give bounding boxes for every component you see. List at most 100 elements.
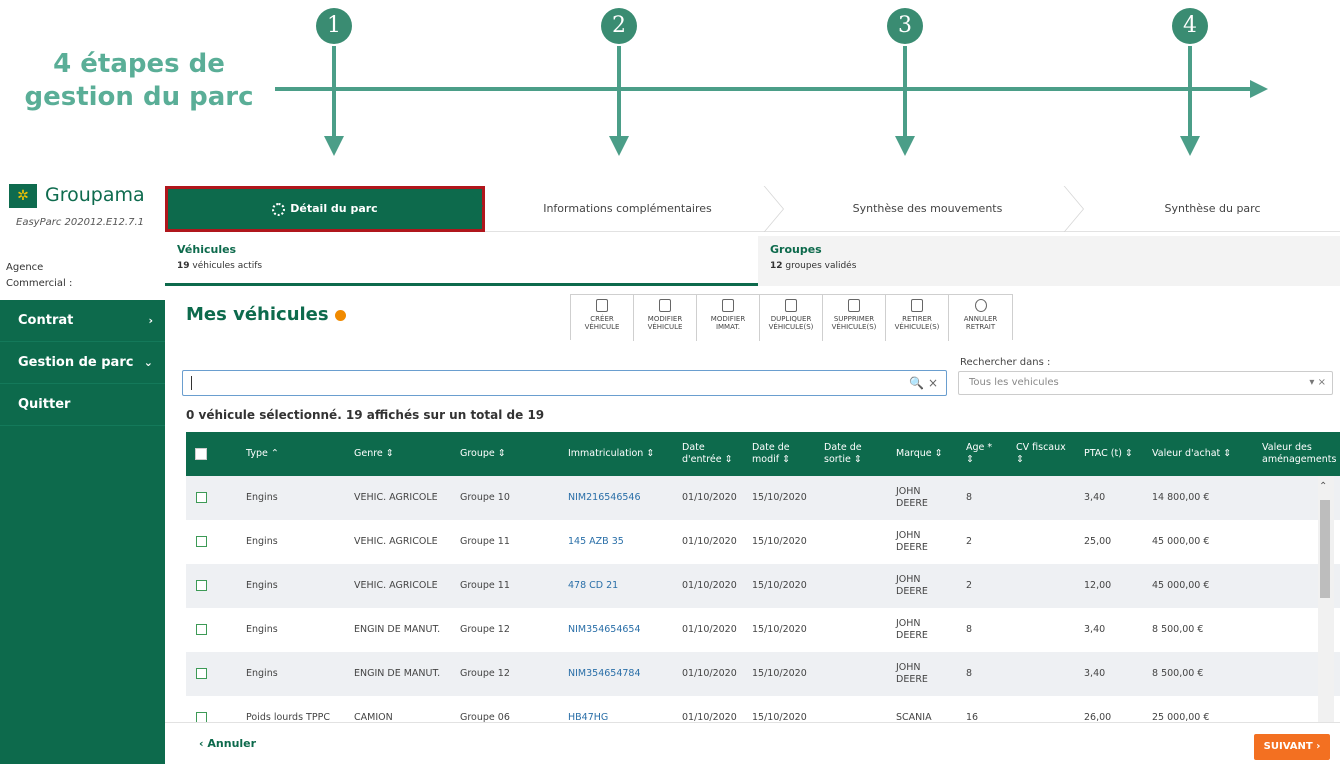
table-row[interactable]: Engins VEHIC. AGRICOLE Groupe 11 478 CD 21 0… [186,564,1340,608]
tab-vehicules[interactable]: Véhicules 19 véhicules actifs [165,236,758,286]
table-header: Type ⌃ Genre ⇕ Groupe ⇕ Immatriculation … [186,432,1340,476]
sidebar-item-contrat[interactable]: Contrat › [0,300,165,342]
tab-subtitle: 12 groupes validés [770,258,1328,274]
cell-valeur-achat: 45 000,00 € [1152,580,1210,591]
stepper-step-informations-complementaires[interactable]: Informations complémentaires [485,186,770,232]
select-all-checkbox[interactable] [195,448,207,460]
footer-bar: ‹ Annuler SUIVANT › [165,722,1340,764]
search-input[interactable]: 🔍 × [182,370,947,396]
cell-groupe: Groupe 12 [460,668,510,679]
stepper-step-label: Synthèse des mouvements [852,202,1003,215]
cancel-removal-button[interactable]: ANNULER RETRAIT [949,295,1012,341]
sidebar-item-gestion-de-parc[interactable]: Gestion de parc ⌄ [0,342,165,384]
toolbar-label: ANNULER RETRAIT [963,315,998,331]
search-scope-label: Rechercher dans : [960,357,1051,368]
step-arrow-line [332,46,336,140]
vehicles-table: Type ⌃ Genre ⇕ Groupe ⇕ Immatriculation … [186,432,1340,722]
table-row[interactable]: Engins ENGIN DE MANUT. Groupe 12 NIM3546547… [186,652,1340,696]
duplicate-vehicles-button[interactable]: DUPLIQUER VÉHICULE(S) [760,295,823,341]
cell-immatriculation[interactable]: NIM354654654 [568,608,641,652]
app-version: EasyParc 202012.E12.7.1 [16,217,144,228]
stepper-step-label: Détail du parc [290,202,378,215]
row-checkbox[interactable] [196,492,207,503]
column-header-marque[interactable]: Marque ⇕ [896,432,943,476]
info-icon[interactable] [334,309,346,321]
cell-immatriculation[interactable]: HB47HG [568,696,608,722]
row-checkbox[interactable] [196,580,207,591]
cell-genre: VEHIC. AGRICOLE [354,580,438,591]
column-header-type[interactable]: Type ⌃ [246,432,279,476]
column-header-ptac[interactable]: PTAC (t) ⇕ [1084,432,1133,476]
column-header-date-entree[interactable]: Date d'entrée ⇕ [682,432,733,476]
app-root: 4 étapes de gestion du parc 1 2 3 4 ✲ Gr… [0,0,1340,764]
tab-title: Groupes [770,243,822,256]
stepper-step-synthese-du-parc[interactable]: Synthèse du parc [1085,186,1340,232]
row-checkbox[interactable] [196,536,207,547]
table-row[interactable]: Engins ENGIN DE MANUT. Groupe 12 NIM3546546… [186,608,1340,652]
page-title-text: Mes véhicules [186,304,329,325]
cancel-button[interactable]: ‹ Annuler [199,737,256,751]
column-header-genre[interactable]: Genre ⇕ [354,432,394,476]
edit-vehicle-button[interactable]: MODIFIER VÉHICULE [634,295,697,341]
scrollbar-thumb[interactable] [1320,500,1330,598]
cell-immatriculation[interactable]: NIM354654784 [568,652,641,696]
create-vehicle-button[interactable]: CRÉER VÉHICULE [571,295,634,341]
toolbar-label: MODIFIER VÉHICULE [647,315,683,331]
cell-immatriculation[interactable]: 478 CD 21 [568,564,618,608]
annotation-step-4: 4 [1170,0,1210,160]
undo-icon [974,299,987,312]
column-header-date-modif[interactable]: Date de modif ⇕ [752,432,790,476]
trash-icon [848,299,860,312]
cell-age: 2 [966,536,973,547]
table-row[interactable]: Engins VEHIC. AGRICOLE Groupe 11 145 AZB 35… [186,520,1340,564]
search-scope-select[interactable]: Tous les vehicules ▾ × [958,371,1333,395]
row-checkbox[interactable] [196,624,207,635]
cell-date-entree: 01/10/2020 [682,536,737,547]
next-button[interactable]: SUIVANT › [1254,734,1330,760]
stepper-step-detail-du-parc[interactable]: Détail du parc [165,186,485,232]
stepper-step-synthese-des-mouvements[interactable]: Synthèse des mouvements [785,186,1070,232]
vehicle-toolbar: CRÉER VÉHICULE MODIFIER VÉHICULE MODIFIE… [570,294,1013,341]
select-value: Tous les vehicules [969,377,1059,388]
search-clear-icons[interactable]: 🔍 × [909,376,938,390]
toolbar-label: MODIFIER IMMAT. [710,315,746,331]
row-checkbox[interactable] [196,668,207,679]
brand-logo[interactable]: ✲ Groupama EasyParc 202012.E12.7.1 [5,180,155,240]
cell-age: 16 [966,712,979,722]
column-header-valeur-achat[interactable]: Valeur d'achat ⇕ [1152,432,1231,476]
column-header-immatriculation[interactable]: Immatriculation ⇕ [568,432,654,476]
cell-date-modif: 15/10/2020 [752,492,807,503]
stepper-step-label: Synthèse du parc [1164,202,1261,215]
cell-immatriculation[interactable]: 145 AZB 35 [568,520,624,564]
table-row[interactable]: Engins VEHIC. AGRICOLE Groupe 10 NIM2165465… [186,476,1340,520]
cell-genre: CAMION [354,712,393,722]
tab-sub-text: véhicules actifs [189,261,263,271]
column-header-date-sortie[interactable]: Date de sortie ⇕ [824,432,862,476]
tab-count: 19 [177,261,190,271]
remove-vehicles-button[interactable]: RETIRER VÉHICULE(S) [886,295,949,341]
tab-subtitle: 19 véhicules actifs [177,258,746,274]
column-header-groupe[interactable]: Groupe ⇕ [460,432,506,476]
delete-vehicles-button[interactable]: SUPPRIMER VÉHICULE(S) [823,295,886,341]
tab-groupes[interactable]: Groupes 12 groupes validés [758,236,1340,286]
row-checkbox[interactable] [196,712,207,722]
edit-registration-button[interactable]: MODIFIER IMMAT. [697,295,760,341]
copy-icon [785,299,797,312]
text-caret [191,376,192,390]
agence-label: Agence [6,262,44,273]
cell-marque: JOHN DEERE [896,574,928,597]
column-header-cv-fiscaux[interactable]: CV fiscaux ⇕ [1016,432,1066,476]
cell-age: 8 [966,624,973,635]
process-stepper: Détail du parc Informations complémentai… [165,186,1340,232]
scroll-up-icon[interactable]: ⌃ [1319,482,1327,492]
column-header-valeur-amenagements[interactable]: Valeur des aménagements [1262,432,1336,476]
sidebar-item-quitter[interactable]: Quitter [0,384,165,426]
column-header-age[interactable]: Age * ⇕ [966,432,992,476]
step-number: 2 [601,8,637,44]
cell-immatriculation[interactable]: NIM216546546 [568,476,641,520]
cell-date-entree: 01/10/2020 [682,492,737,503]
tabs: Véhicules 19 véhicules actifs Groupes 12… [165,236,1340,286]
table-row[interactable]: Poids lourds TPPC CAMION Groupe 06 HB47HG 01… [186,696,1340,722]
toolbar-label: RETIRER VÉHICULE(S) [894,315,940,331]
toolbar-label: CRÉER VÉHICULE [584,315,620,331]
